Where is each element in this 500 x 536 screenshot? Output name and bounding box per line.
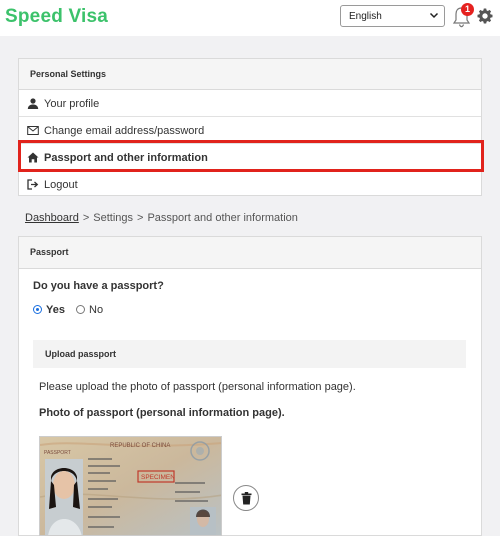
radio-no[interactable] <box>76 305 86 314</box>
app-logo[interactable]: Speed Visa <box>5 6 108 28</box>
breadcrumb: Dashboard > Settings > Passport and other in… <box>25 212 298 224</box>
language-select[interactable]: English <box>340 5 445 27</box>
radio-no-label[interactable]: No <box>89 304 103 316</box>
menu-item-passport-info[interactable]: Passport and other information <box>19 144 481 171</box>
menu-item-label: Logout <box>44 179 78 191</box>
passport-image: REPUBLIC OF CHINA PASSPORT SPECIMEN <box>40 437 221 535</box>
personal-settings-title: Personal Settings <box>19 59 481 90</box>
notification-badge: 1 <box>461 3 474 16</box>
photo-title: Photo of passport (personal information … <box>39 407 285 419</box>
menu-item-label: Passport and other information <box>44 152 208 164</box>
user-icon <box>27 98 39 109</box>
language-value: English <box>349 11 382 22</box>
passport-card-title: Passport <box>19 237 481 269</box>
passport-radio-group: Yes No <box>33 304 111 316</box>
passport-question: Do you have a passport? <box>33 280 164 292</box>
logout-icon <box>27 179 39 190</box>
delete-photo-button[interactable] <box>233 485 259 511</box>
upload-passport-title: Upload passport <box>33 340 466 368</box>
breadcrumb-dashboard-link[interactable]: Dashboard <box>25 212 79 224</box>
envelope-icon <box>27 126 39 135</box>
breadcrumb-separator: > <box>137 212 144 224</box>
breadcrumb-current: Passport and other information <box>147 212 298 224</box>
personal-settings-card: Personal Settings Your profile Change em… <box>18 58 482 196</box>
passport-doc-text: PASSPORT <box>44 450 71 456</box>
home-icon <box>27 152 39 163</box>
radio-yes-label[interactable]: Yes <box>46 304 65 316</box>
passport-card: Passport Do you have a passport? Yes No … <box>18 236 482 536</box>
chevron-down-icon <box>429 12 439 19</box>
menu-item-label: Your profile <box>44 98 100 110</box>
passport-photo[interactable]: REPUBLIC OF CHINA PASSPORT SPECIMEN <box>39 436 222 536</box>
radio-yes[interactable] <box>33 305 42 314</box>
menu-item-your-profile[interactable]: Your profile <box>19 90 481 117</box>
menu-item-label: Change email address/password <box>44 125 205 137</box>
breadcrumb-settings: Settings <box>93 212 134 224</box>
top-bar: Speed Visa English 1 <box>0 0 500 36</box>
gear-icon[interactable] <box>477 8 493 24</box>
breadcrumb-separator: > <box>82 212 90 224</box>
upload-description: Please upload the photo of passport (per… <box>39 381 356 393</box>
passport-specimen-text: SPECIMEN <box>141 474 175 481</box>
menu-item-logout[interactable]: Logout <box>19 171 481 198</box>
passport-country-text: REPUBLIC OF CHINA <box>110 443 170 449</box>
menu-item-change-email[interactable]: Change email address/password <box>19 117 481 144</box>
trash-icon <box>241 492 252 505</box>
